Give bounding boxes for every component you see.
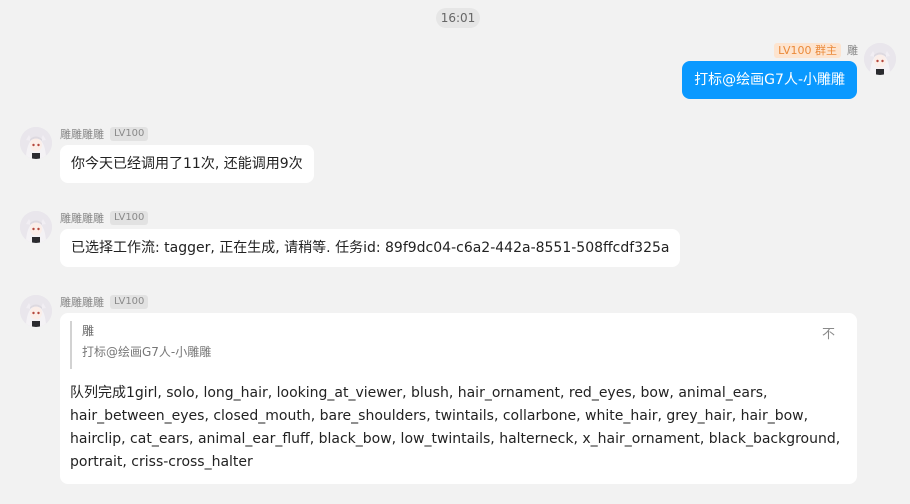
quoted-message[interactable]: 雕 打标@绘画G7人-小雕雕 不	[70, 321, 847, 369]
message-meta: 雕雕雕雕 LV100	[60, 210, 149, 226]
timestamp: 16:01	[436, 8, 480, 28]
sender-name[interactable]: 雕雕雕雕	[60, 294, 104, 310]
message-meta: 雕雕雕雕 LV100	[60, 294, 149, 310]
incoming-message-bubble[interactable]: 已选择工作流: tagger, 正在生成, 请稍等. 任务id: 89f9dc0…	[60, 229, 681, 267]
level-badge: LV100	[110, 211, 149, 225]
incoming-avatar-icon[interactable]	[20, 295, 52, 327]
outgoing-meta: LV100 群主 雕	[774, 42, 858, 58]
level-badge: LV100	[110, 295, 149, 309]
chat-window: 16:01 LV100 群主 雕 打标@绘画G7人-小雕雕 雕雕雕雕 LV100…	[0, 0, 910, 504]
reply-text: 队列完成1girl, solo, long_hair, looking_at_v…	[70, 385, 841, 470]
outgoing-sender-name[interactable]: 雕	[847, 42, 858, 58]
sender-name[interactable]: 雕雕雕雕	[60, 210, 104, 226]
incoming-message-bubble[interactable]: 你今天已经调用了11次, 还能调用9次	[60, 145, 314, 183]
collapse-icon[interactable]: 不	[822, 323, 835, 342]
owner-badge: LV100 群主	[774, 42, 841, 58]
quote-sender: 雕	[82, 324, 95, 338]
incoming-reply-bubble[interactable]: 雕 打标@绘画G7人-小雕雕 不 队列完成1girl, solo, long_h…	[60, 313, 857, 484]
incoming-avatar-icon[interactable]	[20, 211, 52, 243]
outgoing-avatar-icon[interactable]	[864, 43, 896, 75]
sender-name[interactable]: 雕雕雕雕	[60, 126, 104, 142]
level-badge: LV100	[110, 127, 149, 141]
message-meta: 雕雕雕雕 LV100	[60, 126, 149, 142]
incoming-avatar-icon[interactable]	[20, 127, 52, 159]
outgoing-message-bubble[interactable]: 打标@绘画G7人-小雕雕	[682, 61, 857, 99]
quote-text: 打标@绘画G7人-小雕雕	[82, 345, 212, 359]
